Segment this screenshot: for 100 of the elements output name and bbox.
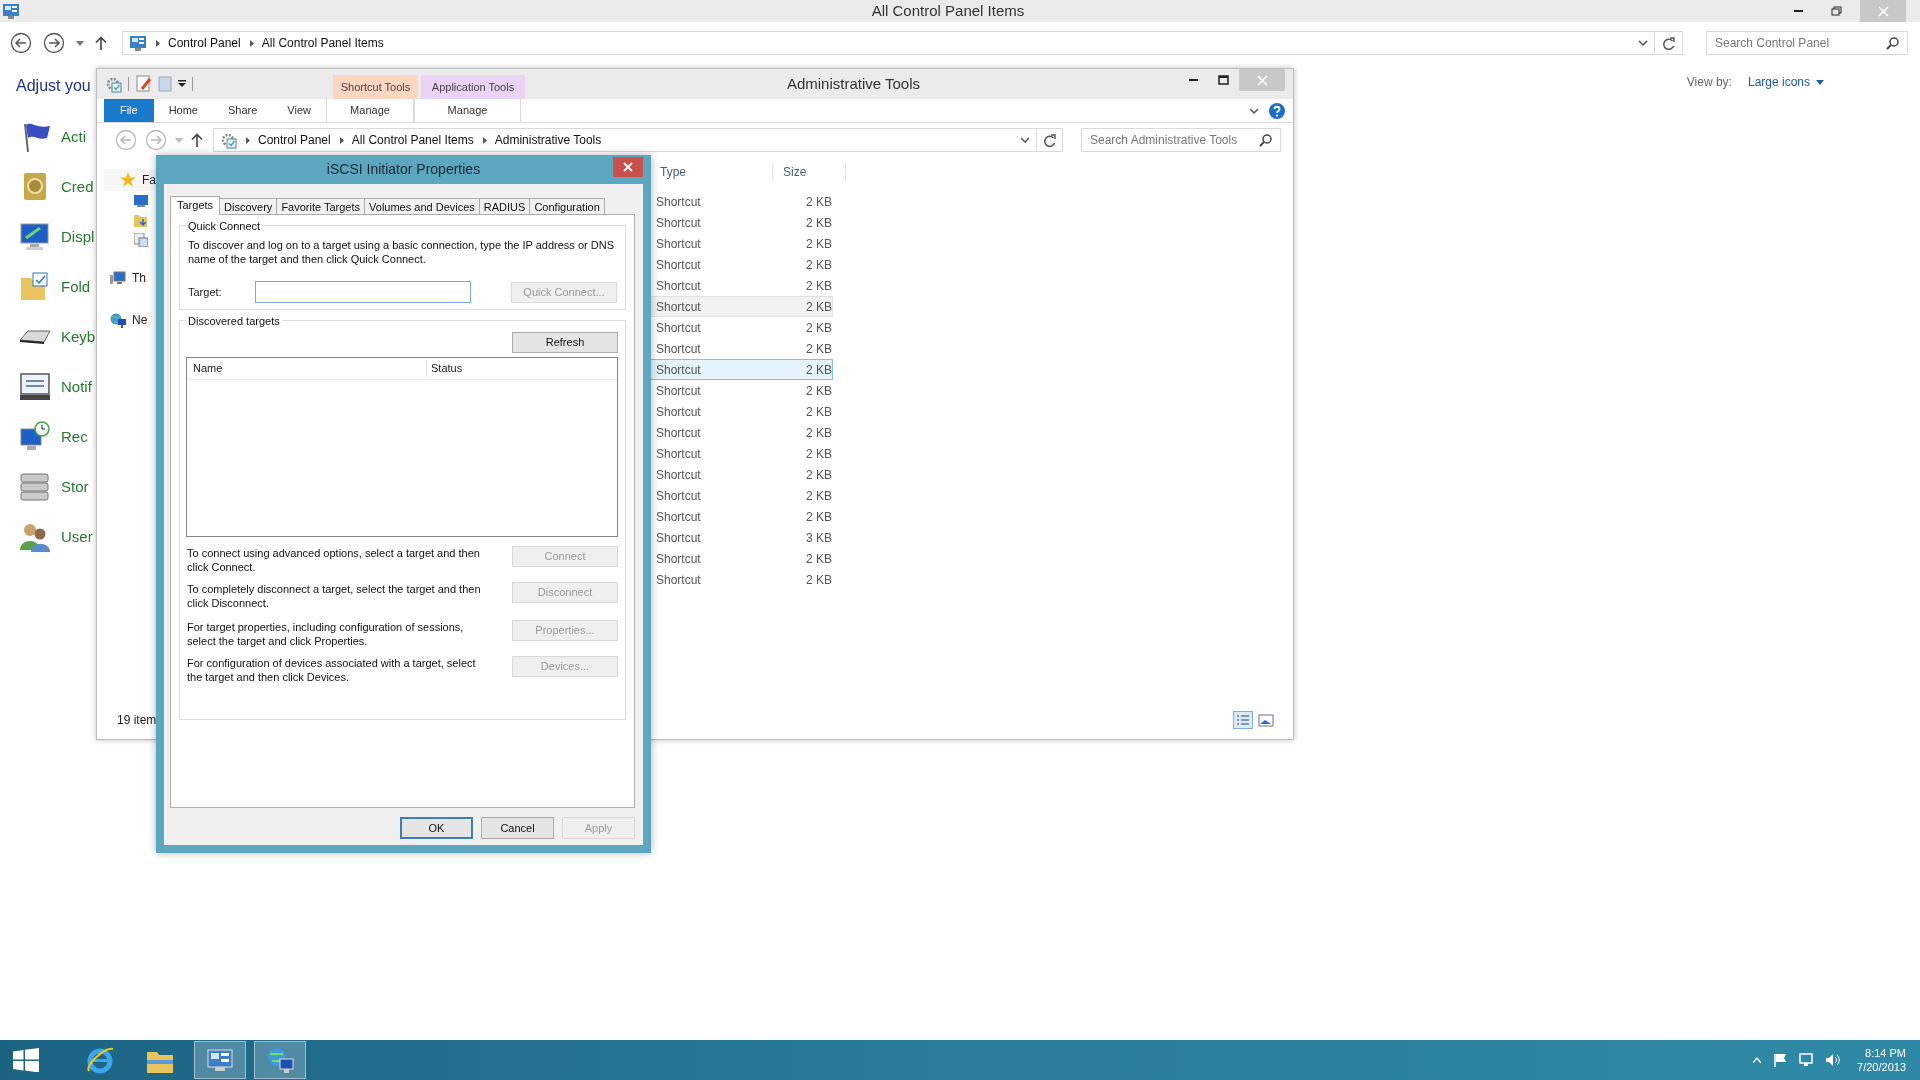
file-row[interactable]: Shortcut 2 KB [647,422,833,443]
properties-icon[interactable] [136,75,152,93]
target-field[interactable] [255,281,471,303]
network-icon[interactable] [1799,1053,1814,1067]
breadcrumb[interactable]: Control Panel [168,34,241,52]
clock[interactable]: 8:14 PM 7/20/2013 [1857,1046,1906,1074]
column-header[interactable]: Size [773,163,846,181]
file-row[interactable]: Shortcut 2 KB [647,401,833,422]
file-row[interactable]: Shortcut 2 KB [647,548,833,569]
taskbar-button[interactable] [254,1041,306,1079]
nav-item[interactable]: Th [132,269,146,287]
file-row[interactable]: Shortcut 2 KB [647,443,833,464]
dropdown-arrow-icon[interactable] [178,80,186,88]
column-header[interactable]: Type [653,163,773,181]
table-cell-text: 2 KB [805,487,832,505]
network-icon[interactable] [110,312,126,328]
back-icon[interactable] [10,32,32,54]
file-row[interactable]: Shortcut 2 KB [647,485,833,506]
address-bar[interactable]: Control Panel All Control Panel Items Administrative Tools [213,128,1037,152]
column-header[interactable]: Name [187,360,427,377]
instruction-text: To connect using advanced options, select a target and then click Connect. [187,546,481,574]
file-tab[interactable]: File [104,99,154,122]
tab[interactable]: Targets [170,196,221,215]
file-row[interactable]: Shortcut 2 KB [647,254,833,275]
file-row[interactable]: Shortcut 3 KB [647,527,833,548]
divider-icon [192,77,194,91]
control-panel-item[interactable]: Acti [61,125,86,149]
table-cell-text: 2 KB [805,214,832,232]
help-icon[interactable] [1269,102,1285,119]
table-cell-text: 3 KB [805,529,832,547]
address-bar[interactable]: Control Panel All Control Panel Items [122,31,1655,55]
file-row[interactable]: Shortcut 2 KB [647,506,833,527]
table-cell-text: 2 KB [805,571,832,589]
view-mode-dropdown[interactable]: Large icons [1747,73,1824,91]
table-cell-text: 2 KB [805,277,832,295]
search-placeholder: Search Control Panel [1715,35,1830,52]
nav-item[interactable]: Fa [142,171,156,189]
minimize-icon [1793,10,1803,12]
table-cell-text: Shortcut [655,424,702,442]
breadcrumb-arrow-icon [154,38,161,48]
file-row[interactable]: Shortcut 2 KB [647,464,833,485]
control-panel-item[interactable]: Fold [61,275,91,299]
control-panel-item[interactable]: Notif [61,375,92,399]
disk-stack-icon[interactable] [18,470,52,504]
control-panel-item[interactable]: Stor [61,475,89,499]
up-arrow-icon[interactable] [191,133,203,147]
breadcrumb[interactable]: Administrative Tools [494,131,602,149]
monitor-icon [134,195,148,207]
ribbon-tab[interactable]: View [272,99,326,122]
control-panel-item[interactable]: Displ [61,225,95,249]
expand-ribbon-icon[interactable] [1249,106,1259,115]
search-field[interactable]: Search Control Panel [1706,31,1908,55]
file-row[interactable]: Shortcut 2 KB [647,380,833,401]
table-cell-text: Shortcut [655,403,702,421]
breadcrumb[interactable]: Control Panel [258,131,331,149]
file-row[interactable]: Shortcut 2 KB [647,191,833,212]
ribbon-tab[interactable]: Home [153,99,213,122]
button[interactable]: OK [400,817,473,839]
file-row[interactable]: Shortcut 2 KB [647,569,833,590]
computer-icon[interactable] [110,270,126,286]
divider-icon [128,77,130,91]
status-text: 19 item [117,712,157,729]
button[interactable]: Refresh [512,332,618,353]
table-cell-text: 2 KB [805,382,832,400]
search-placeholder: Search Administrative Tools [1090,132,1238,149]
ribbon-tab[interactable]: Manage [414,99,521,122]
file-row[interactable]: Shortcut 2 KB [647,233,833,254]
star-icon[interactable] [120,172,136,188]
speaker-icon[interactable] [1825,1053,1842,1067]
show-hidden-icons-icon[interactable] [1753,1057,1762,1063]
minimize-icon [1188,79,1198,81]
flag-icon[interactable] [1773,1053,1788,1067]
breadcrumb-arrow-icon [480,135,488,145]
close-button[interactable] [613,157,643,177]
nav-item[interactable]: Ne [132,311,148,329]
column-header[interactable]: Status [427,360,463,377]
control-panel-item[interactable]: Cred [61,175,94,199]
file-row[interactable]: Shortcut 2 KB [647,275,833,296]
search-field[interactable]: Search Administrative Tools [1081,128,1281,152]
forward-icon[interactable] [43,32,65,54]
file-row[interactable]: Shortcut 2 KB [647,212,833,233]
up-arrow-icon[interactable] [95,36,107,50]
button[interactable]: Cancel [481,817,554,839]
ribbon-tab[interactable]: Manage [326,99,414,122]
control-panel-item[interactable]: User [61,525,93,549]
control-panel-item[interactable]: Rec [61,425,88,449]
breadcrumb[interactable]: All Control Panel Items [261,34,384,52]
refresh-button[interactable] [1037,128,1063,152]
control-panel-item[interactable]: Keyb [61,325,96,349]
details-view-icon[interactable] [1233,711,1253,729]
file-row[interactable]: Shortcut 2 KB [647,338,833,359]
target-list[interactable]: Name Status [186,357,618,537]
taskbar-button[interactable] [194,1041,246,1079]
refresh-button[interactable] [1655,31,1683,55]
ribbon-tab[interactable]: Share [213,99,273,122]
settings-icon[interactable] [105,75,122,93]
breadcrumb[interactable]: All Control Panel Items [351,131,474,149]
view-by-label: View by: [1686,74,1732,91]
file-row[interactable]: Shortcut 2 KB [647,317,833,338]
thumbnail-view-icon[interactable] [1257,711,1275,729]
